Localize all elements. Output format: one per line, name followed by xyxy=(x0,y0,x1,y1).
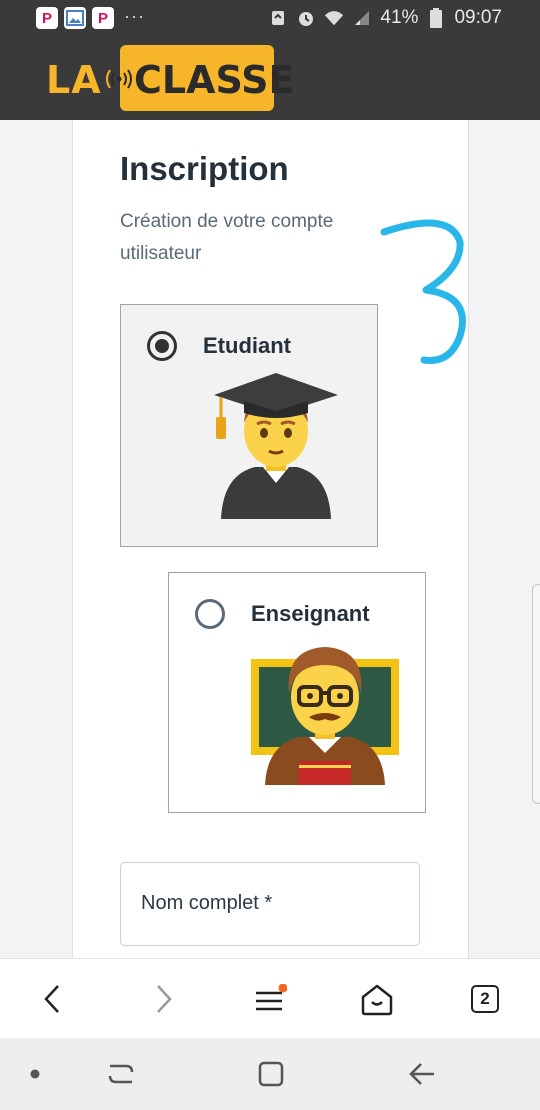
status-indicators: 41% 09:07 xyxy=(268,0,502,36)
role-option-teacher[interactable]: Enseignant xyxy=(168,572,426,813)
annotation-scribble-icon xyxy=(380,219,466,364)
home-square-icon xyxy=(258,1061,284,1087)
browser-back-button[interactable] xyxy=(22,959,82,1039)
back-arrow-icon xyxy=(409,1063,434,1085)
gallery-notification-icon xyxy=(64,7,86,29)
nav-dot-button[interactable] xyxy=(0,1038,70,1110)
system-nav-bar xyxy=(0,1038,540,1110)
teacher-label: Enseignant xyxy=(251,601,370,626)
status-bar: P P ··· 41% 09:07 xyxy=(0,0,540,36)
nav-recent-apps-button[interactable] xyxy=(86,1038,156,1110)
edge-panel-handle[interactable] xyxy=(532,584,540,804)
signal-icon xyxy=(352,8,372,28)
browser-forward-button[interactable] xyxy=(134,959,194,1039)
menu-icon xyxy=(256,984,287,1011)
dot-icon xyxy=(30,1069,40,1079)
tabs-icon: 2 xyxy=(471,985,499,1013)
fullname-label: Nom complet * xyxy=(141,892,273,914)
fullname-field[interactable]: Nom complet * xyxy=(120,862,420,946)
browser-tabs-button[interactable]: 2 xyxy=(455,959,515,1039)
recent-apps-icon xyxy=(108,1064,134,1084)
logo-text-classe[interactable]: CLASSE xyxy=(134,58,295,102)
home-icon xyxy=(361,984,393,1016)
nav-back-button[interactable] xyxy=(388,1038,458,1110)
nav-home-button[interactable] xyxy=(236,1038,306,1110)
student-label: Etudiant xyxy=(203,333,291,358)
battery-percent: 41% xyxy=(380,7,419,28)
battery-icon xyxy=(426,8,446,28)
browser-home-button[interactable] xyxy=(347,959,407,1039)
more-notifications-icon: ··· xyxy=(124,6,145,26)
chevron-right-icon xyxy=(157,985,172,1013)
page-title: Inscription xyxy=(120,150,289,187)
logo-text-la[interactable]: LA xyxy=(46,58,102,102)
browser-toolbar: 2 xyxy=(0,958,540,1038)
student-emoji-icon xyxy=(214,373,338,519)
app-notification-icon: P xyxy=(92,7,114,29)
wifi-icon xyxy=(324,8,344,28)
role-option-student[interactable]: Etudiant xyxy=(120,304,378,547)
clock: 09:07 xyxy=(454,7,502,28)
teacher-radio[interactable] xyxy=(195,599,225,629)
browser-menu-button[interactable] xyxy=(240,959,300,1039)
student-radio[interactable] xyxy=(147,331,177,361)
recycle-icon xyxy=(268,8,288,28)
app-notification-icon: P xyxy=(36,7,58,29)
alarm-icon xyxy=(296,8,316,28)
chevron-left-icon xyxy=(44,985,59,1013)
page-subtitle: Création de votre compte utilisateur xyxy=(120,211,334,264)
broadcast-icon xyxy=(106,69,132,89)
teacher-emoji-icon xyxy=(251,647,399,785)
